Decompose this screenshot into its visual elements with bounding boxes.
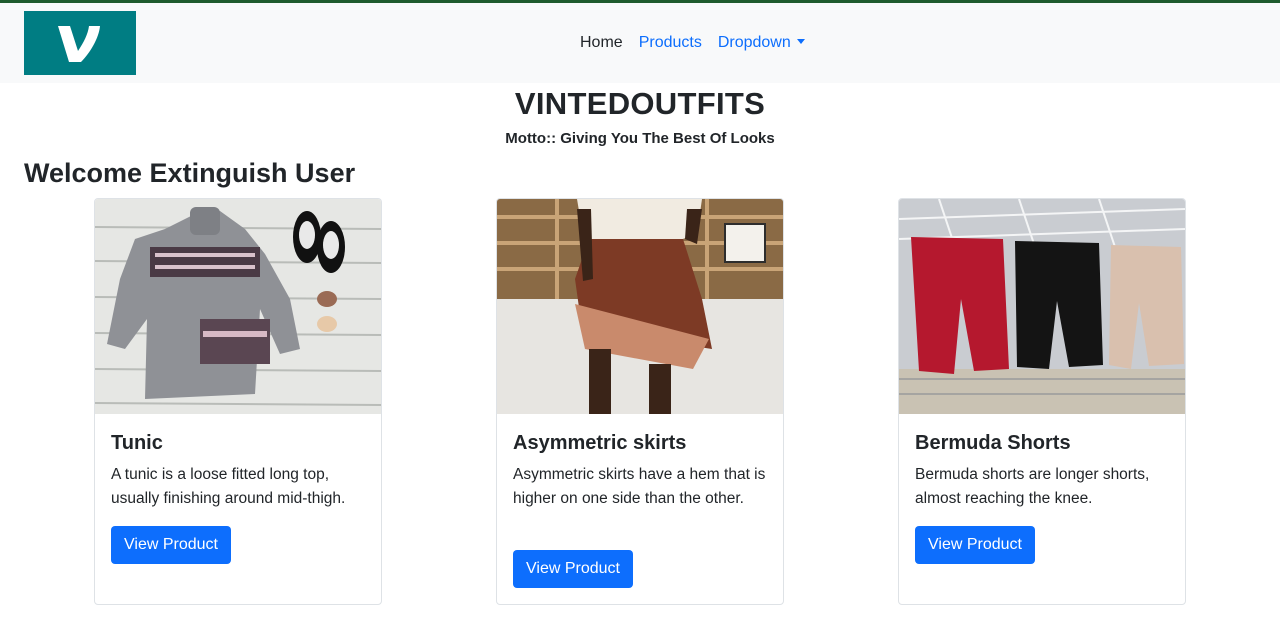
logo-v-icon — [58, 26, 100, 62]
product-card-asymmetric-skirts: Asymmetric skirts Asymmetric skirts have… — [496, 198, 784, 605]
product-title: Asymmetric skirts — [513, 432, 687, 454]
view-product-button[interactable]: View Product — [111, 526, 231, 564]
product-description: A tunic is a loose fitted long top, usua… — [111, 466, 346, 507]
nav-products[interactable]: Products — [631, 34, 710, 52]
nav-dropdown[interactable]: Dropdown — [710, 34, 813, 52]
product-description: Bermuda shorts are longer shorts, almost… — [915, 466, 1150, 507]
tunic-image — [95, 199, 381, 414]
site-motto: Motto:: Giving You The Best Of Looks — [505, 130, 775, 147]
product-card-bermuda-shorts: Bermuda Shorts Bermuda shorts are longer… — [898, 198, 1186, 605]
site-brand-title: VINTEDOUTFITS — [514, 86, 766, 121]
view-product-button[interactable]: View Product — [915, 526, 1035, 564]
welcome-heading: Welcome Extinguish User — [24, 158, 356, 188]
main-nav: Home Products Dropdown — [572, 3, 813, 83]
nav-dropdown-label: Dropdown — [717, 34, 791, 51]
navbar: Home Products Dropdown — [0, 3, 1280, 83]
product-title: Tunic — [111, 432, 163, 454]
asymmetric-skirt-image — [497, 199, 783, 414]
view-product-button[interactable]: View Product — [513, 550, 633, 588]
bermuda-shorts-image — [899, 199, 1185, 414]
product-card-tunic: Tunic A tunic is a loose fitted long top… — [94, 198, 382, 605]
caret-down-icon — [796, 39, 805, 44]
product-title: Bermuda Shorts — [915, 432, 1071, 454]
product-description: Asymmetric skirts have a hem that is hig… — [513, 466, 766, 507]
nav-home[interactable]: Home — [572, 34, 631, 52]
brand-logo[interactable] — [24, 11, 136, 75]
